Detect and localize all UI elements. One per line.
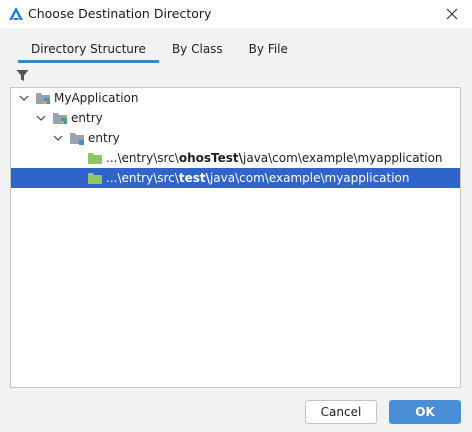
tab-by-class[interactable]: By Class — [159, 38, 236, 63]
tree-node-label: ...\entry\src\test\java\com\example\myap… — [106, 171, 410, 185]
tab-bar: Directory Structure By Class By File — [18, 38, 301, 64]
tree-node-label: ...\entry\src\ohosTest\java\com\example\… — [106, 151, 443, 165]
harmony-app-icon — [9, 7, 23, 20]
title-bar: Choose Destination Directory — [0, 0, 472, 28]
project-folder-icon — [36, 93, 50, 104]
filter-button[interactable] — [13, 66, 31, 84]
tree-node-test-package[interactable]: ...\entry\src\test\java\com\example\myap… — [11, 168, 460, 188]
tree-node-source-set[interactable]: entry — [11, 128, 460, 148]
source-set-folder-icon — [70, 133, 84, 145]
chevron-down-icon[interactable] — [18, 92, 30, 104]
tree-node-label: MyApplication — [54, 91, 139, 105]
tab-directory-structure[interactable]: Directory Structure — [18, 38, 159, 63]
tree-node-label: entry — [71, 111, 103, 125]
ok-button[interactable]: OK — [389, 400, 461, 424]
tree-node-ohostest-package[interactable]: ...\entry\src\ohosTest\java\com\example\… — [11, 148, 460, 168]
green-folder-icon — [88, 173, 102, 184]
cancel-button[interactable]: Cancel — [305, 400, 377, 424]
tree-node-module[interactable]: entry — [11, 108, 460, 128]
close-icon — [446, 8, 458, 20]
green-folder-icon — [88, 153, 102, 164]
tab-by-file[interactable]: By File — [236, 38, 301, 63]
filter-icon — [16, 69, 28, 81]
module-folder-icon — [53, 113, 67, 124]
chevron-down-icon[interactable] — [52, 132, 64, 144]
close-button[interactable] — [442, 4, 462, 24]
tree-node-root[interactable]: MyApplication — [11, 88, 460, 108]
tree-node-label: entry — [88, 131, 120, 145]
directory-tree[interactable]: MyApplication entry entry ...\entry\src\… — [10, 87, 461, 388]
dialog-title: Choose Destination Directory — [28, 6, 212, 21]
chevron-down-icon[interactable] — [35, 112, 47, 124]
